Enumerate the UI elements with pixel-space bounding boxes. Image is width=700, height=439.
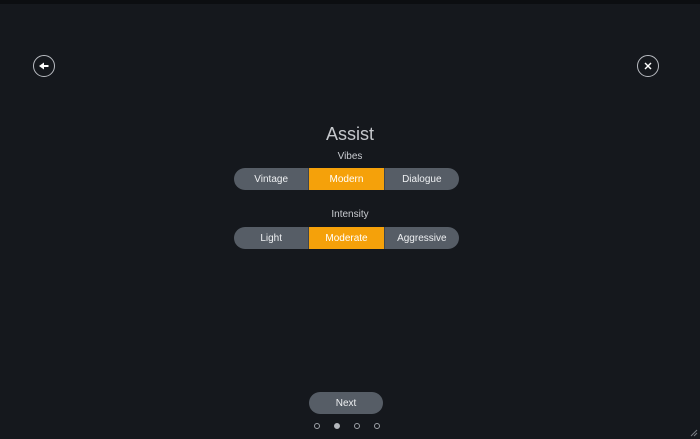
page-dot-2[interactable] — [334, 423, 340, 429]
page-title: Assist — [325, 124, 374, 144]
page-indicator — [314, 421, 380, 431]
close-icon — [644, 62, 652, 70]
vibes-label: Vibes — [337, 151, 363, 162]
vibes-option-vintage[interactable]: Vintage — [234, 168, 309, 190]
page-dot-1[interactable] — [314, 423, 320, 429]
vibes-option-dialogue[interactable]: Dialogue — [383, 168, 459, 190]
page-dot-3[interactable] — [354, 423, 360, 429]
close-button[interactable] — [637, 55, 659, 77]
resize-grip-icon[interactable] — [689, 428, 698, 437]
intensity-segmented-control: Light Moderate Aggressive — [234, 227, 459, 249]
intensity-option-aggressive[interactable]: Aggressive — [383, 227, 459, 249]
next-button[interactable]: Next — [309, 392, 383, 414]
assist-window: Assist Vibes Vintage Modern Dialogue Int… — [0, 0, 700, 439]
back-arrow-icon — [39, 62, 49, 70]
vibes-option-modern[interactable]: Modern — [308, 168, 384, 190]
back-button[interactable] — [33, 55, 55, 77]
vibes-segmented-control: Vintage Modern Dialogue — [234, 168, 459, 190]
page-dot-4[interactable] — [374, 423, 380, 429]
intensity-option-moderate[interactable]: Moderate — [308, 227, 384, 249]
intensity-option-light[interactable]: Light — [234, 227, 309, 249]
intensity-label: Intensity — [331, 209, 369, 220]
